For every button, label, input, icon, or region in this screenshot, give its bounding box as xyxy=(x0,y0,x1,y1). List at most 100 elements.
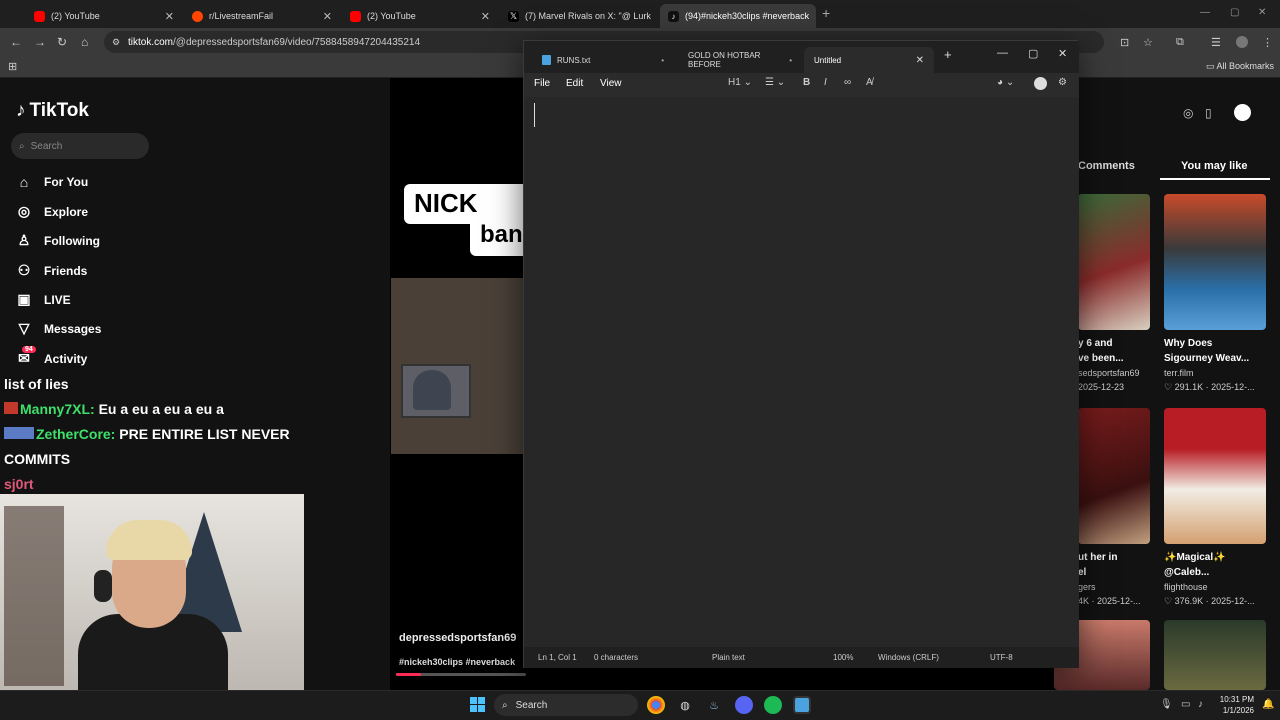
menu-file[interactable]: File xyxy=(534,78,550,89)
nav-for-you[interactable]: ⌂ For You xyxy=(16,174,88,190)
tab-label: r/LivestreamFail xyxy=(209,11,274,21)
all-bookmarks-link[interactable]: ▭ All Bookmarks xyxy=(1206,61,1274,72)
maximize-button[interactable]: ▢ xyxy=(1230,7,1239,18)
spotify-icon[interactable] xyxy=(764,696,782,714)
nav-messages[interactable]: ▽ Messages xyxy=(16,320,102,337)
maximize-button[interactable]: ▢ xyxy=(1028,47,1038,60)
start-button[interactable] xyxy=(470,697,485,712)
apps-grid-icon[interactable]: ⊞ xyxy=(8,60,17,73)
notepad-text-area[interactable] xyxy=(524,97,1079,647)
card-title: ✨Magical✨ xyxy=(1164,552,1226,563)
profile-avatar[interactable] xyxy=(1236,36,1248,48)
heading-dropdown[interactable]: H1 ⌄ xyxy=(728,77,752,88)
notepad-tab[interactable]: RUNS.txt • xyxy=(532,47,674,73)
encoding[interactable]: UTF-8 xyxy=(990,653,1013,662)
recommended-video-card[interactable]: ut her in el gers 4K · 2025-12-... xyxy=(1078,408,1150,608)
browser-tab[interactable]: (2) YouTube ✕ xyxy=(26,4,182,28)
tiktok-logo[interactable]: ♪ TikTok xyxy=(16,100,89,122)
youtube-icon xyxy=(34,10,45,22)
new-tab-button[interactable]: + xyxy=(822,5,830,21)
discord-icon[interactable] xyxy=(735,696,753,714)
obs-icon[interactable]: ◍ xyxy=(676,696,694,714)
nav-label: Following xyxy=(44,233,100,248)
minimize-button[interactable]: — xyxy=(997,47,1008,59)
italic-icon[interactable]: I xyxy=(824,77,827,88)
clock-time: 10:31 PM xyxy=(1219,695,1254,704)
site-info-icon[interactable]: ⚙ xyxy=(112,37,120,48)
taskbar-clock[interactable]: 10:31 PM 1/1/2026 xyxy=(1214,694,1254,716)
tab-you-may-like[interactable]: You may like xyxy=(1181,160,1247,172)
chrome-icon[interactable] xyxy=(647,696,665,714)
notifications-icon[interactable]: 🔔 xyxy=(1262,699,1274,710)
account-avatar[interactable] xyxy=(1034,77,1047,90)
copilot-icon[interactable]: ◕ ⌄ xyxy=(997,77,1014,88)
nav-label: Messages xyxy=(44,321,102,336)
bold-icon[interactable]: B xyxy=(803,77,810,88)
close-icon[interactable]: ✕ xyxy=(815,10,816,23)
settings-gear-icon[interactable]: ⚙ xyxy=(1058,77,1067,88)
nav-label: For You xyxy=(44,175,89,189)
profile-button[interactable] xyxy=(1234,104,1251,121)
browser-tab-active[interactable]: ♪ (94)#nickeh30clips #neverback ✕ xyxy=(660,4,816,28)
minimize-button[interactable]: — xyxy=(1200,7,1210,18)
text-format[interactable]: Plain text xyxy=(712,653,745,662)
menu-icon[interactable]: ⋮ xyxy=(1262,36,1273,49)
recommended-video-card[interactable]: Why Does Sigourney Weav... terr.film ♡ 2… xyxy=(1164,194,1266,394)
search-input[interactable]: ⌕ Search xyxy=(11,133,149,159)
install-icon[interactable]: ⊡ xyxy=(1120,36,1129,49)
tiktok-icon: ♪ xyxy=(668,10,679,22)
reddit-icon xyxy=(192,10,203,22)
card-title: Why Does xyxy=(1164,338,1213,349)
close-icon[interactable]: ✕ xyxy=(159,10,174,23)
close-icon[interactable]: ✕ xyxy=(317,10,332,23)
extensions-icon[interactable]: ⧉ xyxy=(1176,36,1184,49)
window-close-button[interactable]: ✕ xyxy=(1258,7,1266,18)
recommended-video-card[interactable]: ✨Magical✨ @Caleb... flighthouse ♡ 376.9K… xyxy=(1164,408,1266,608)
back-button[interactable]: ← xyxy=(10,35,22,49)
card-title-2: ve been... xyxy=(1078,353,1124,364)
video-hashtags[interactable]: #nickeh30clips #neverback xyxy=(399,657,515,667)
following-icon: ♙ xyxy=(17,232,31,248)
nav-following[interactable]: ♙ Following xyxy=(16,232,100,249)
browser-tab[interactable]: r/LivestreamFail ✕ xyxy=(184,4,340,28)
notepad-tab[interactable]: GOLD ON HOTBAR BEFORE • xyxy=(678,47,802,73)
taskbar-search[interactable]: ⌕ Search xyxy=(494,694,638,716)
menu-edit[interactable]: Edit xyxy=(566,78,583,89)
clear-formatting-icon[interactable]: A̸ xyxy=(866,77,873,88)
search-icon: ⌕ xyxy=(502,699,508,711)
headset-image xyxy=(94,570,112,602)
close-button[interactable]: ✕ xyxy=(1058,47,1067,60)
microphone-icon[interactable]: 🎙 xyxy=(1160,699,1173,710)
home-button[interactable]: ⌂ xyxy=(81,35,88,49)
new-tab-button[interactable]: + xyxy=(944,47,952,62)
steam-icon[interactable]: ♨ xyxy=(705,696,723,714)
forward-button[interactable]: → xyxy=(34,35,46,49)
chat-message: list of lies xyxy=(4,372,324,397)
reload-button[interactable]: ↻ xyxy=(57,35,67,49)
notepad-tab-active[interactable]: Untitled ✕ xyxy=(804,47,934,73)
bookmark-star-icon[interactable]: ☆ xyxy=(1143,36,1153,49)
compass-icon[interactable]: ◎ xyxy=(1183,106,1193,120)
link-icon[interactable]: ∞ xyxy=(844,77,851,88)
zoom-level[interactable]: 100% xyxy=(833,653,853,662)
close-icon[interactable]: ✕ xyxy=(475,10,490,23)
nav-live[interactable]: ▣ LIVE xyxy=(16,291,70,308)
tab-comments[interactable]: Comments xyxy=(1078,160,1135,172)
video-thumbnail[interactable] xyxy=(1164,620,1266,690)
menu-view[interactable]: View xyxy=(600,78,622,89)
volume-icon[interactable]: ♪ xyxy=(1198,699,1203,710)
nav-friends[interactable]: ⚇ Friends xyxy=(16,262,88,279)
line-ending[interactable]: Windows (CRLF) xyxy=(878,653,939,662)
reading-list-icon[interactable]: ☰ xyxy=(1211,36,1221,49)
network-icon[interactable]: ▭ xyxy=(1181,699,1190,710)
notepad-window: RUNS.txt • GOLD ON HOTBAR BEFORE • Untit… xyxy=(523,40,1079,668)
nav-explore[interactable]: ◎ Explore xyxy=(16,203,88,220)
browser-tab[interactable]: (2) YouTube ✕ xyxy=(342,4,498,28)
notepad-taskbar-icon[interactable] xyxy=(793,696,811,714)
recommended-video-card[interactable]: y 6 and ve been... sedsportsfan69 2025-1… xyxy=(1078,194,1150,394)
close-icon[interactable]: ✕ xyxy=(916,55,924,66)
browser-tab[interactable]: 𝕏 (7) Marvel Rivals on X: "@ Lurk ✕ xyxy=(500,4,656,28)
video-author[interactable]: depressedsportsfan69 xyxy=(399,632,516,644)
list-icon[interactable]: ☰ ⌄ xyxy=(765,77,785,88)
device-icon[interactable]: ▯ xyxy=(1205,106,1212,120)
